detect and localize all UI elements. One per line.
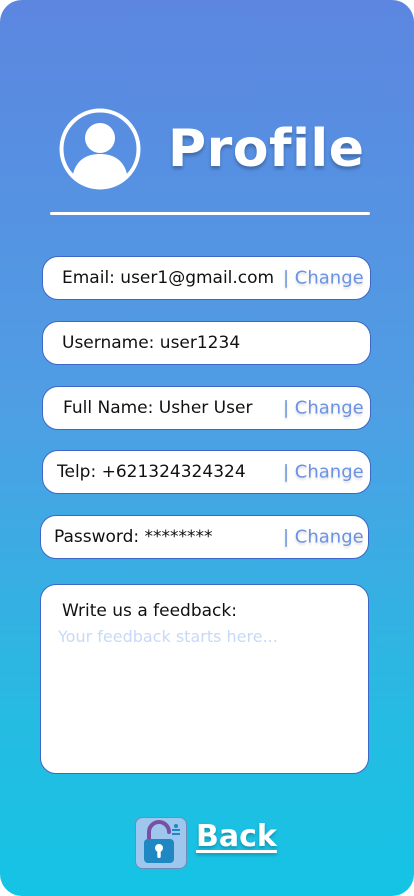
fullname-field: Full Name: Usher User | Change — [42, 386, 371, 430]
telp-label: Telp: +621324324324 — [57, 462, 246, 482]
lock-icon — [135, 817, 187, 869]
back-button[interactable]: Back — [196, 815, 277, 859]
feedback-input[interactable] — [58, 627, 348, 757]
profile-screen: Profile Email: user1@gmail.com | Change … — [0, 0, 414, 896]
username-label: Username: user1234 — [62, 333, 241, 353]
email-label: Email: user1@gmail.com — [62, 268, 275, 288]
fullname-change-button[interactable]: | Change — [283, 398, 364, 419]
password-field: Password: ******** | Change — [40, 515, 369, 559]
telp-change-button[interactable]: | Change — [283, 462, 364, 483]
page-title: Profile — [168, 119, 365, 179]
telp-field: Telp: +621324324324 | Change — [42, 450, 371, 494]
username-field: Username: user1234 — [42, 321, 371, 365]
feedback-box: Write us a feedback: — [40, 584, 369, 774]
user-avatar-icon — [59, 108, 141, 190]
password-label: Password: ******** — [54, 527, 213, 547]
fullname-label: Full Name: Usher User — [63, 398, 253, 418]
feedback-label: Write us a feedback: — [62, 601, 237, 621]
email-change-button[interactable]: | Change — [283, 268, 364, 289]
password-change-button[interactable]: | Change — [283, 527, 364, 548]
email-field: Email: user1@gmail.com | Change — [42, 256, 371, 300]
header-divider — [50, 212, 370, 215]
